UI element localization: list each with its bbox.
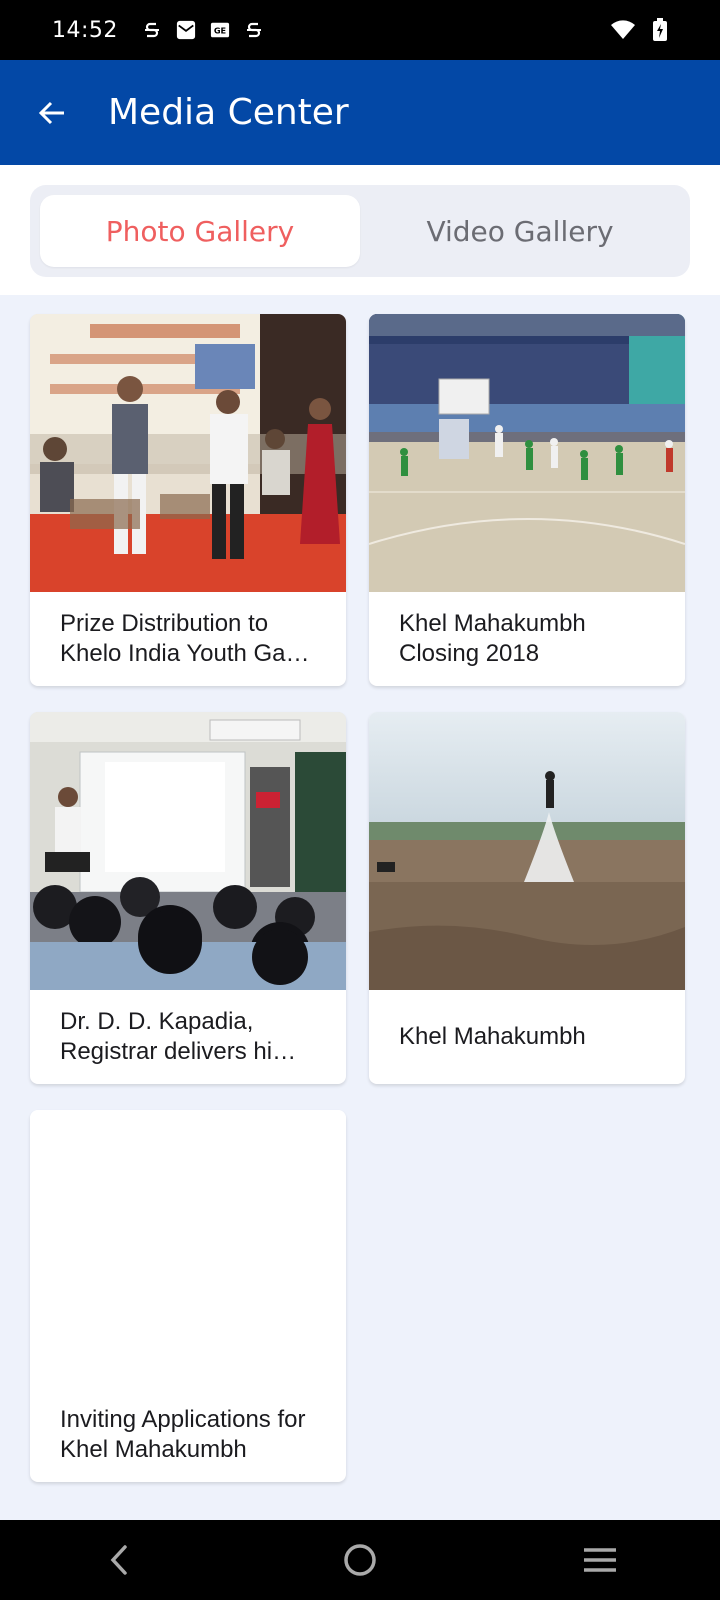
card-caption: Khel Mahakumbh Closing 2018 bbox=[399, 610, 586, 667]
recents-nav-button[interactable] bbox=[570, 1530, 630, 1590]
award-ceremony-photo bbox=[30, 314, 346, 592]
system-icons bbox=[610, 18, 670, 41]
water-jetpack-photo bbox=[369, 712, 685, 990]
basketball-court-photo bbox=[369, 314, 685, 592]
back-nav-icon bbox=[110, 1545, 127, 1575]
svg-text:GE: GE bbox=[214, 26, 226, 36]
blank-photo bbox=[30, 1110, 346, 1388]
seminar-presentation-photo bbox=[30, 712, 346, 990]
card-caption: Inviting Applications for Khel Mahakumbh bbox=[60, 1406, 306, 1463]
back-button[interactable] bbox=[24, 85, 80, 141]
s-icon bbox=[142, 20, 162, 40]
status-time: 14:52 bbox=[52, 17, 118, 43]
home-nav-icon bbox=[344, 1544, 376, 1576]
arrow-left-icon bbox=[38, 101, 64, 124]
gallery-tabs: Photo Gallery Video Gallery bbox=[30, 185, 690, 277]
recents-nav-icon bbox=[584, 1548, 616, 1572]
tab-video-gallery[interactable]: Video Gallery bbox=[360, 195, 680, 267]
gallery-card[interactable]: Khel Mahakumbh Closing 2018 bbox=[369, 314, 685, 686]
app-bar: Media Center bbox=[0, 60, 720, 165]
back-nav-button[interactable] bbox=[90, 1530, 150, 1590]
home-nav-button[interactable] bbox=[330, 1530, 390, 1590]
tab-photo-gallery[interactable]: Photo Gallery bbox=[40, 195, 360, 267]
status-bar: 14:52 GE bbox=[0, 0, 720, 60]
gallery-card[interactable]: Khel Mahakumbh bbox=[369, 712, 685, 1084]
card-caption: Khel Mahakumbh bbox=[399, 1023, 586, 1050]
mail-icon bbox=[176, 20, 196, 40]
card-caption: Dr. D. D. Kapadia, Registrar delivers hi… bbox=[60, 1008, 297, 1065]
gallery-card[interactable]: Prize Distribution to Khelo India Youth … bbox=[30, 314, 346, 686]
wifi-icon bbox=[610, 20, 636, 40]
system-nav-bar bbox=[0, 1520, 720, 1600]
notification-icons: GE bbox=[142, 20, 264, 40]
tabs-area: Photo Gallery Video Gallery bbox=[0, 165, 720, 295]
card-caption: Prize Distribution to Khelo India Youth … bbox=[60, 610, 310, 667]
page-title: Media Center bbox=[108, 92, 349, 133]
s-icon bbox=[244, 20, 264, 40]
gallery-card[interactable]: Inviting Applications for Khel Mahakumbh bbox=[30, 1110, 346, 1482]
gallery-card[interactable]: Dr. D. D. Kapadia, Registrar delivers hi… bbox=[30, 712, 346, 1084]
battery-charging-icon bbox=[650, 18, 670, 41]
ge-icon: GE bbox=[210, 20, 230, 40]
